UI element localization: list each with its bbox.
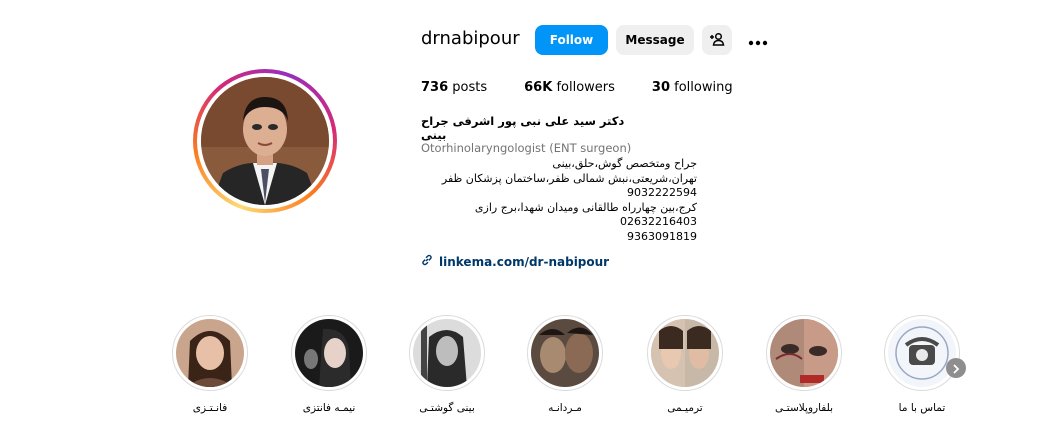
posts-count: 736 (421, 80, 449, 95)
highlight-item[interactable]: بلفاروپلاستـی (759, 315, 849, 414)
posts-stat: 736 posts (421, 80, 487, 95)
suggested-users-button[interactable] (702, 25, 732, 55)
link-text: linkema.com/dr-nabipour (439, 254, 610, 269)
following-count: 30 (651, 80, 671, 95)
posts-label: posts (452, 80, 488, 95)
profile-bio: جراح ومتخصص گوش،حلق،بینی تهران،شریعتی،نب… (417, 157, 697, 245)
highlight-cover (413, 319, 481, 387)
followers-count: 66K (524, 80, 553, 95)
chevron-right-icon (952, 359, 960, 378)
highlight-label: ترمیـمی (667, 402, 703, 414)
following-label: following (674, 80, 733, 95)
highlight-item[interactable]: فانـتـزی (165, 315, 255, 414)
profile-stats: 736 posts 66K followers 30 following (421, 80, 770, 95)
highlight-label: بلفاروپلاستـی (774, 402, 834, 414)
highlight-label: مـردانـه (548, 402, 582, 414)
highlight-cover (295, 319, 363, 387)
bio-line: 9032222594 (627, 186, 697, 200)
highlight-item[interactable]: ترمیـمی (640, 315, 730, 414)
profile-full-name: دکتر سید علی نبی پور اشرفی جراح بینی (421, 114, 625, 142)
highlight-cover (888, 319, 956, 387)
highlights-next-button[interactable] (946, 358, 966, 378)
bio-line: جراح ومتخصص گوش،حلق،بینی (552, 157, 697, 170)
bio-line: 02632216403 (620, 215, 697, 229)
bio-line: کرج،بین چهارراه طالقانی ومیدان شهدا،برج … (474, 200, 697, 214)
followers-label: followers (556, 80, 615, 95)
more-options-button[interactable] (746, 30, 770, 50)
highlight-label: بینی گوشتـی (419, 402, 475, 414)
highlight-cover (176, 319, 244, 387)
more-horizontal-icon (748, 31, 768, 50)
profile-avatar-ring[interactable] (193, 69, 337, 213)
highlight-item[interactable]: مـردانـه (520, 315, 610, 414)
person-add-icon (709, 31, 725, 50)
highlight-label: فانـتـزی (192, 402, 228, 414)
bio-line: 9363091819 (627, 229, 697, 243)
highlight-item[interactable]: بینی گوشتـی (402, 315, 492, 414)
message-button[interactable]: Message (616, 25, 694, 55)
bio-line: تهران،شریعتی،نبش شمالی ظفر،ساختمان پزشکا… (441, 171, 697, 185)
profile-username: drnabipour (421, 28, 520, 49)
link-icon (421, 254, 439, 269)
highlight-item[interactable]: نیمـه فانتزی (284, 315, 374, 414)
highlight-label: نیمـه فانتزی (302, 402, 356, 414)
highlight-label: تماس با ما (898, 402, 946, 414)
highlight-cover (531, 319, 599, 387)
following-stat[interactable]: 30 following (652, 80, 733, 95)
follow-button[interactable]: Follow (535, 25, 608, 55)
profile-avatar[interactable] (201, 77, 329, 205)
highlight-cover (770, 319, 838, 387)
followers-stat[interactable]: 66K followers (524, 80, 615, 95)
highlight-cover (651, 319, 719, 387)
profile-category: Otorhinolaryngologist (ENT surgeon) (421, 141, 632, 155)
profile-link[interactable]: linkema.com/dr-nabipour (421, 254, 609, 269)
